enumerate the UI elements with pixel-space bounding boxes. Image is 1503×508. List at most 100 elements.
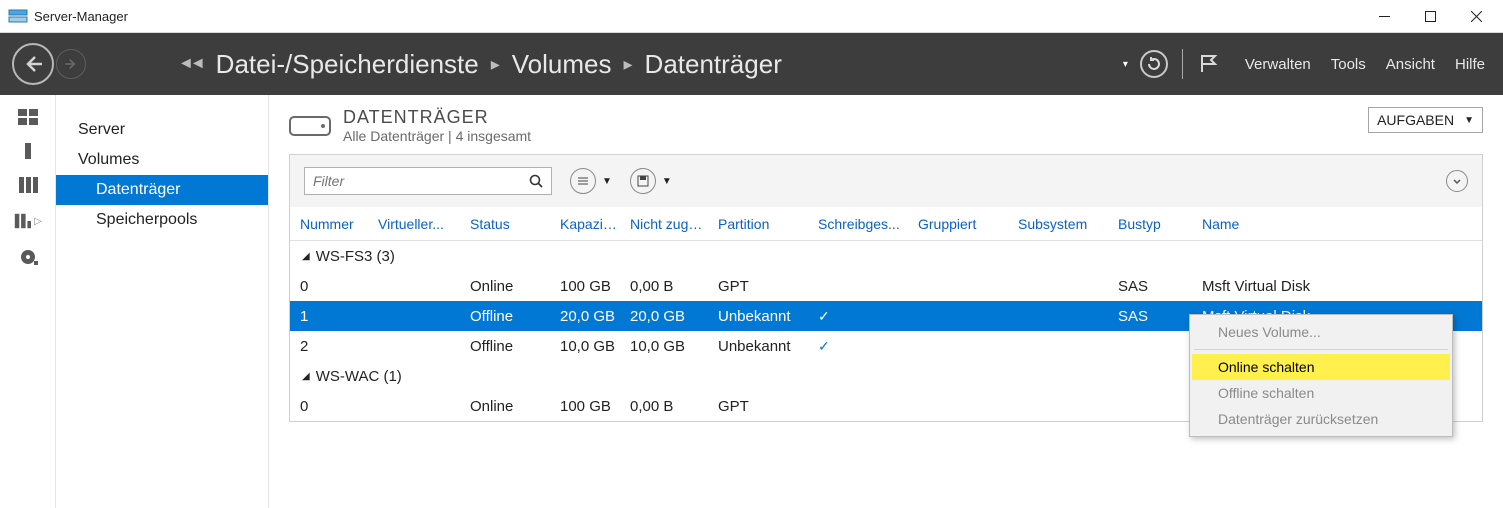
page-body: ▷ Server Volumes Datenträger Speicherpoo… [0, 95, 1503, 508]
col-status[interactable]: Status [464, 216, 554, 232]
cell-unallocated: 0,00 B [624, 278, 712, 295]
content-title: DATENTRÄGER [343, 107, 531, 128]
col-readonly[interactable]: Schreibges... [812, 216, 912, 232]
content-subtitle: Alle Datenträger | 4 insgesamt [343, 128, 531, 144]
cell-partition: GPT [712, 278, 812, 295]
icon-strip: ▷ [0, 95, 56, 508]
notifications-flag-icon[interactable] [1197, 52, 1219, 77]
disk-header-icon [289, 111, 331, 141]
nav-disks[interactable]: Datenträger [56, 175, 268, 205]
col-subsystem[interactable]: Subsystem [1012, 216, 1112, 232]
server-icon[interactable] [18, 143, 38, 159]
menu-hilfe[interactable]: Hilfe [1455, 56, 1485, 73]
close-button[interactable] [1453, 1, 1499, 31]
nav-server[interactable]: Server [56, 115, 268, 145]
panel-toolbar: ▼ ▼ [290, 155, 1482, 207]
context-menu: Neues Volume... Online schalten Offline … [1189, 314, 1453, 437]
ctx-offline: Offline schalten [1192, 380, 1450, 406]
checkmark-icon: ✓ [818, 338, 830, 354]
chevron-right-icon: ▸ [624, 54, 633, 75]
file-services-icon[interactable]: ▷ [13, 211, 42, 231]
cell-bustype: SAS [1112, 308, 1196, 325]
divider [1182, 49, 1183, 79]
cell-number: 0 [294, 398, 372, 415]
checkmark-icon: ✓ [818, 308, 830, 324]
breadcrumb-seg-2[interactable]: Datenträger [645, 49, 782, 80]
content-area: DATENTRÄGER Alle Datenträger | 4 insgesa… [268, 95, 1503, 508]
col-partition[interactable]: Partition [712, 216, 812, 232]
refresh-button[interactable] [1140, 50, 1168, 78]
breadcrumb-seg-0[interactable]: Datei-/Speicherdienste [216, 49, 479, 80]
breadcrumb: ◄◄ Datei-/Speicherdienste ▸ Volumes ▸ Da… [178, 49, 782, 80]
filter-input[interactable] [313, 173, 529, 189]
cell-readonly: ✓ [812, 308, 912, 325]
side-nav: Server Volumes Datenträger Speicherpools [56, 95, 268, 508]
menu-ansicht[interactable]: Ansicht [1386, 56, 1435, 73]
chevron-down-icon: ▼ [1464, 115, 1474, 126]
all-servers-icon[interactable] [18, 177, 38, 193]
list-icon [576, 174, 590, 188]
tasks-button[interactable]: AUFGABEN ▼ [1368, 107, 1483, 133]
cell-status: Offline [464, 338, 554, 355]
col-number[interactable]: Nummer [294, 216, 372, 232]
cell-capacity: 100 GB [554, 398, 624, 415]
save-icon [636, 174, 650, 188]
disk-icon[interactable] [18, 249, 38, 265]
ctx-new-volume: Neues Volume... [1192, 319, 1450, 345]
view-options-button[interactable]: ▼ [570, 168, 612, 194]
maximize-button[interactable] [1407, 1, 1453, 31]
search-icon[interactable] [529, 174, 543, 188]
menu-verwalten[interactable]: Verwalten [1245, 56, 1311, 73]
chevron-right-icon: ▷ [34, 216, 42, 227]
col-bustype[interactable]: Bustyp [1112, 216, 1196, 232]
dashboard-icon[interactable] [18, 109, 38, 125]
breadcrumb-seg-1[interactable]: Volumes [512, 49, 612, 80]
minimize-button[interactable] [1361, 1, 1407, 31]
chevron-down-icon: ▼ [662, 176, 672, 187]
breadcrumb-overflow-icon[interactable]: ◄◄ [178, 55, 202, 73]
cell-unallocated: 0,00 B [624, 398, 712, 415]
chevron-right-icon: ▸ [491, 54, 500, 75]
save-options-button[interactable]: ▼ [630, 168, 672, 194]
cell-unallocated: 10,0 GB [624, 338, 712, 355]
cell-status: Online [464, 398, 554, 415]
collapse-icon: ◢ [302, 371, 310, 382]
table-header: Nummer Virtueller... Status Kapazit... N… [290, 207, 1482, 241]
group-row[interactable]: ◢ WS-FS3 (3) [290, 241, 1482, 271]
col-unallocated[interactable]: Nicht zuge... [624, 216, 712, 232]
group-label: WS-FS3 (3) [316, 248, 395, 265]
nav-pools[interactable]: Speicherpools [56, 205, 268, 235]
content-header: DATENTRÄGER Alle Datenträger | 4 insgesa… [289, 107, 1483, 144]
cell-number: 0 [294, 278, 372, 295]
cell-bustype: SAS [1112, 278, 1196, 295]
titlebar: Server-Manager [0, 0, 1503, 33]
col-name[interactable]: Name [1196, 216, 1478, 232]
tasks-label: AUFGABEN [1377, 112, 1454, 128]
chevron-down-icon: ▼ [602, 176, 612, 187]
cell-partition: Unbekannt [712, 338, 812, 355]
ctx-reset: Datenträger zurücksetzen [1192, 406, 1450, 432]
collapse-icon: ◢ [302, 251, 310, 262]
cell-capacity: 100 GB [554, 278, 624, 295]
table-row[interactable]: 0 Online 100 GB 0,00 B GPT SAS Msft Virt… [290, 271, 1482, 301]
back-button[interactable] [12, 43, 54, 85]
divider [1194, 349, 1448, 350]
cell-unallocated: 20,0 GB [624, 308, 712, 325]
expand-button[interactable] [1446, 170, 1468, 192]
menu-tools[interactable]: Tools [1331, 56, 1366, 73]
col-grouped[interactable]: Gruppiert [912, 216, 1012, 232]
cell-number: 2 [294, 338, 372, 355]
window-title: Server-Manager [34, 9, 1361, 24]
group-label: WS-WAC (1) [316, 368, 402, 385]
cell-status: Online [464, 278, 554, 295]
cell-readonly: ✓ [812, 338, 912, 355]
col-virtual[interactable]: Virtueller... [372, 216, 464, 232]
cell-number: 1 [294, 308, 372, 325]
cell-status: Offline [464, 308, 554, 325]
ctx-online[interactable]: Online schalten [1192, 354, 1450, 380]
filter-box[interactable] [304, 167, 552, 195]
toolbar-dropdown-icon[interactable]: ▾ [1123, 59, 1128, 70]
cell-partition: GPT [712, 398, 812, 415]
nav-volumes[interactable]: Volumes [56, 145, 268, 175]
col-capacity[interactable]: Kapazit... [554, 216, 624, 232]
